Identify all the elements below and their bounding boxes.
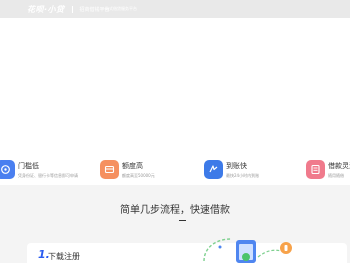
phone-download-illustration [203, 238, 292, 263]
feature-strip: 门槛低 凭身份证、银行卡等信息即可申请 额度高 额度高至50000元 到账快 最… [0, 155, 350, 185]
hero-banner [0, 18, 350, 155]
feature-desc: 额度高至50000元 [122, 173, 155, 178]
low-threshold-icon [0, 160, 15, 179]
feature-title: 到账快 [226, 162, 247, 170]
feature-desc: 凭身份证、银行卡等信息即可申请 [18, 173, 78, 178]
feature-title: 额度高 [122, 162, 143, 170]
title-underline [179, 220, 186, 221]
header-tagline: 一站式借贷服务平台 [101, 6, 137, 11]
flexible-loan-icon [306, 160, 325, 179]
brand-logo[interactable]: 花呗·小贷 招商借钱平台 [27, 3, 110, 15]
feature-title: 借款灵活 [328, 162, 350, 170]
top-bar: 花呗·小贷 招商借钱平台 一站式借贷服务平台 [0, 0, 350, 18]
high-limit-icon [100, 160, 119, 179]
logo-text: 花呗·小贷 [27, 4, 65, 14]
fast-arrival-icon [204, 160, 223, 179]
logo-divider [71, 5, 73, 13]
feature-desc: 最快24小时内到账 [226, 173, 260, 178]
feature-desc: 随用随借 [328, 173, 344, 178]
feature-title: 门槛低 [18, 162, 39, 170]
step-label: 下载注册 [48, 252, 80, 261]
steps-title: 简单几步流程，快速借款 [120, 205, 230, 216]
